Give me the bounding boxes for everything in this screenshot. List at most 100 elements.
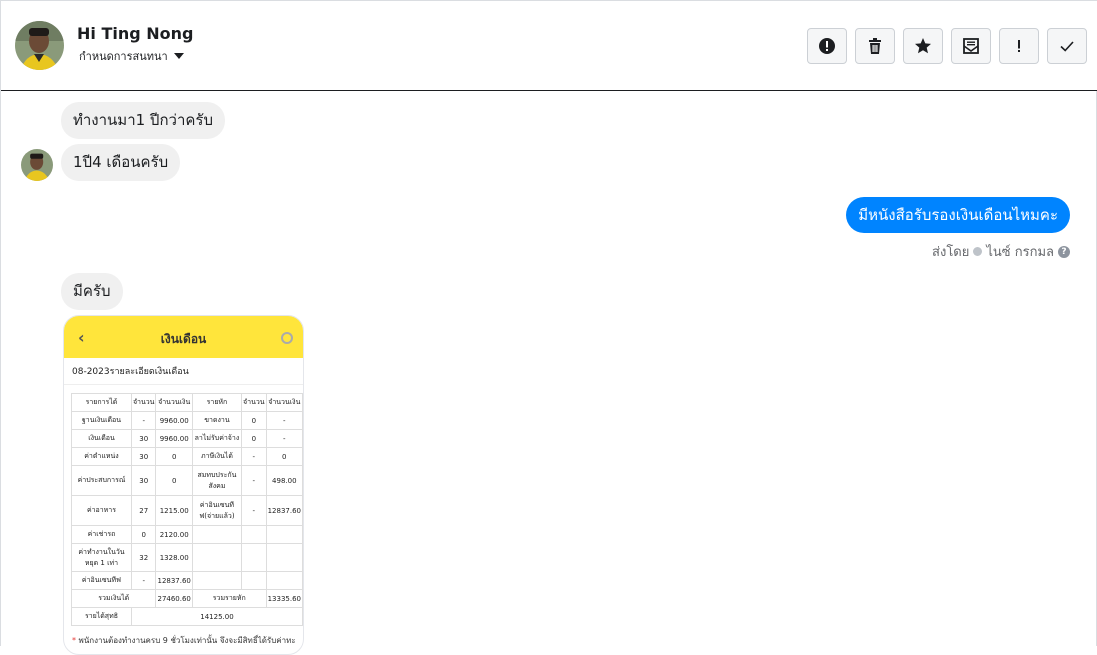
slip-header: ‹ เงินเดือน [64, 316, 303, 358]
table-header: จำนวน [241, 393, 267, 412]
table-cell [241, 525, 267, 544]
sent-by-info: ส่งโดย ไนซ์ กรกมล ? [932, 241, 1070, 262]
conversation-settings-label: กำหนดการสนทนา [79, 50, 168, 63]
net-income-label: รายได้สุทธิ [71, 607, 132, 626]
total-income-label: รวมเงินได้ [70, 589, 157, 608]
note-text: พนักงานต้องทำงานครบ 9 ชั่วโมงเท่านั้น จึ… [78, 636, 296, 645]
table-cell: 12837.60 [265, 495, 303, 526]
table-row: ค่าเช่ารถ 0 2120.00 [71, 525, 303, 544]
table-cell: 0 [130, 525, 157, 544]
table-header: จำนวนเงิน [155, 393, 193, 412]
refresh-icon [281, 332, 293, 344]
table-cell [265, 543, 303, 572]
table-cell: 498.00 [265, 465, 303, 496]
table-cell: 27 [130, 495, 157, 526]
contact-avatar-small[interactable] [21, 149, 53, 181]
table-cell: - [130, 571, 157, 590]
table-cell: ค่าอินเซนทีฟ(จ่ายแล้ว) [191, 495, 243, 526]
table-cell: 0 [241, 411, 267, 430]
slip-note: * พนักงานต้องทำงานครบ 9 ชั่วโมงเท่านั้น … [64, 626, 303, 654]
check-icon [1060, 41, 1074, 52]
alert-circle-icon [819, 38, 835, 54]
table-cell: ฐานเงินเดือน [71, 411, 132, 430]
important-button[interactable] [999, 28, 1039, 64]
table-cell [191, 571, 243, 590]
table-cell [191, 543, 243, 572]
table-cell: 2120.00 [155, 525, 193, 544]
salary-table: รายการได้ จำนวน จำนวนเงิน รายหัก จำนวน จ… [70, 393, 303, 626]
slip-period: 08-2023รายละเอียดเงินเดือน [64, 358, 303, 385]
table-cell: ค่าอาหาร [71, 495, 132, 526]
table-cell: 30 [130, 465, 157, 496]
incoming-message[interactable]: 1ปี4 เดือนครับ [61, 144, 181, 181]
table-cell: ขาดงาน [191, 411, 243, 430]
table-cell: - [265, 429, 303, 448]
incoming-message[interactable]: ทำงานมา1 ปีกว่าครับ [61, 102, 225, 139]
table-row: ค่าประสบการณ์ 30 0 สมทบประกันสังคม -498.00 [71, 465, 303, 496]
back-arrow-icon: ‹ [78, 328, 85, 347]
total-deduct-label: รวมรายหัก [191, 589, 267, 608]
table-row: ค่าอินเซนทีฟ -12837.60 [71, 571, 303, 590]
report-button[interactable] [807, 28, 847, 64]
incoming-message[interactable]: มีครับ [61, 273, 123, 310]
exclamation-icon [1018, 40, 1020, 52]
outgoing-message[interactable]: มีหนังสือรับรองเงินเดือนไหมคะ [846, 197, 1070, 233]
caret-down-icon [173, 53, 184, 59]
sent-by-agent[interactable]: ไนซ์ กรกมล [986, 241, 1054, 262]
total-income-value: 27460.60 [155, 589, 193, 608]
table-cell [265, 525, 303, 544]
table-cell [241, 571, 267, 590]
table-cell: สมทบประกันสังคม [191, 465, 243, 496]
table-cell: 1328.00 [155, 543, 193, 572]
help-icon[interactable]: ? [1058, 245, 1070, 258]
table-cell: 9960.00 [155, 429, 193, 448]
table-row: รายได้สุทธิ 14125.00 [71, 607, 303, 626]
delete-button[interactable] [855, 28, 895, 64]
conversation-panel: Hi Ting Nong กำหนดการสนทนา ทำงานมา1 ปีกว… [0, 0, 1097, 655]
contact-avatar[interactable] [15, 21, 64, 70]
table-cell [265, 571, 303, 590]
table-header: จำนวนเงิน [265, 393, 303, 412]
table-header: รายการได้ [71, 393, 132, 412]
salary-slip-image[interactable]: ‹ เงินเดือน 08-2023รายละเอียดเงินเดือน ร… [63, 315, 304, 655]
table-cell: ค่าทำงานในวันหยุด 1 เท่า [71, 543, 132, 572]
trash-icon [869, 38, 881, 54]
table-cell: 12837.60 [155, 571, 193, 590]
slip-title: เงินเดือน [160, 332, 207, 346]
table-cell: 0 [241, 429, 267, 448]
table-cell: 30 [130, 447, 157, 466]
table-header: จำนวน [130, 393, 157, 412]
table-row: ค่าทำงานในวันหยุด 1 เท่า 32 1328.00 [71, 543, 303, 572]
mark-unread-button[interactable] [951, 28, 991, 64]
table-cell: 0 [155, 447, 193, 466]
table-cell: ลาไม่รับค่าจ้าง [191, 429, 243, 448]
table-header: รายหัก [191, 393, 243, 412]
table-cell: ค่าเช่ารถ [71, 525, 132, 544]
table-cell: 32 [130, 543, 157, 572]
table-row: เงินเดือน 30 9960.00 ลาไม่รับค่าจ้าง 0- [71, 429, 303, 448]
sent-by-prefix: ส่งโดย [932, 245, 970, 260]
table-row: รวมเงินได้ 27460.60 รวมรายหัก 13335.60 [70, 589, 303, 608]
table-cell: 1215.00 [155, 495, 193, 526]
envelope-icon [963, 38, 979, 54]
agent-status-icon [973, 247, 983, 256]
table-cell: 0 [155, 465, 193, 496]
net-income-value: 14125.00 [130, 607, 303, 626]
table-cell: - [265, 411, 303, 430]
table-cell: - [130, 411, 157, 430]
header-actions [807, 28, 1087, 64]
table-row: ค่าอาหาร 27 1215.00 ค่าอินเซนทีฟ(จ่ายแล้ว) -… [71, 495, 303, 526]
table-cell: - [241, 495, 267, 526]
table-cell: - [241, 465, 267, 496]
done-button[interactable] [1047, 28, 1087, 64]
table-cell: ค่าตำแหน่ง [71, 447, 132, 466]
star-icon [915, 38, 931, 54]
star-button[interactable] [903, 28, 943, 64]
table-cell: - [241, 447, 267, 466]
contact-name: Hi Ting Nong [77, 24, 194, 43]
table-cell: ค่าประสบการณ์ [71, 465, 132, 496]
table-cell: 30 [130, 429, 157, 448]
total-deduct-value: 13335.60 [265, 589, 303, 608]
table-cell: 0 [265, 447, 303, 466]
conversation-settings-dropdown[interactable]: กำหนดการสนทนา [79, 47, 184, 65]
